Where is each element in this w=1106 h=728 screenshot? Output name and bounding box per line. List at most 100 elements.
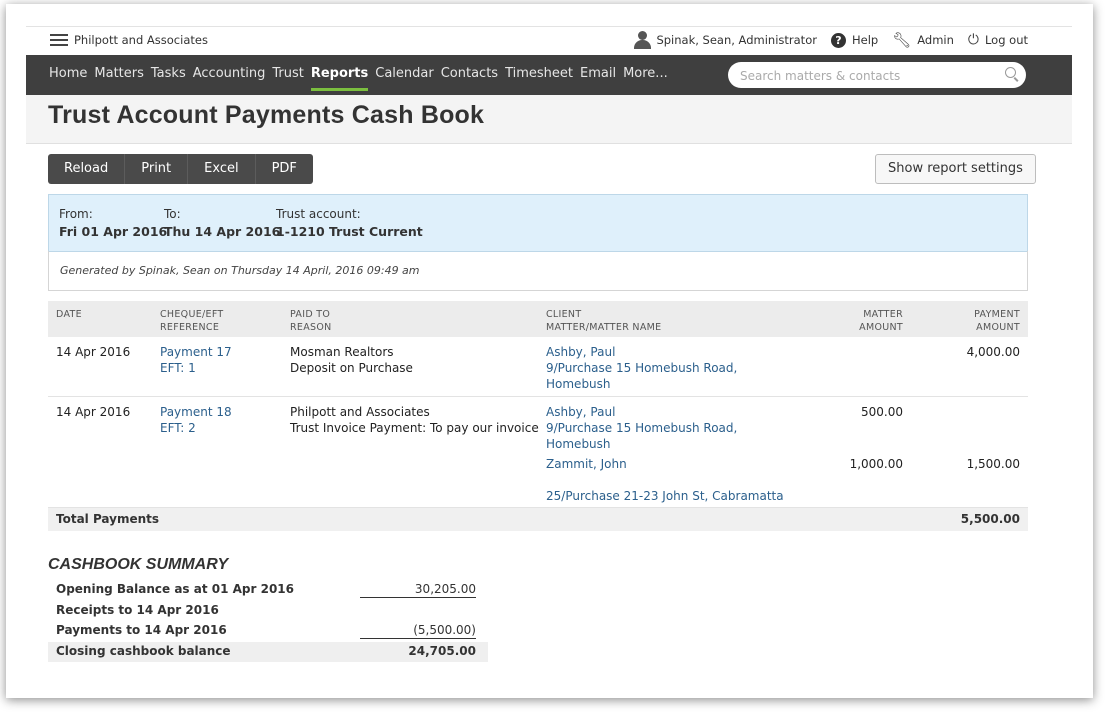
table-header: DATE CHEQUE/EFT REFERENCE PAID TO REASON C… (48, 301, 1028, 337)
row-reference: Payment 17 EFT: 1 (160, 344, 232, 376)
nav-calendar[interactable]: Calendar (375, 55, 433, 93)
excel-button[interactable]: Excel (188, 154, 256, 184)
row-paid-to: Mosman Realtors Deposit on Purchase (290, 344, 413, 376)
matter-link[interactable]: 9/Purchase 15 Homebush Road, Homebush (546, 420, 737, 452)
nav-contacts[interactable]: Contacts (441, 55, 498, 93)
show-report-settings-button[interactable]: Show report settings (875, 154, 1036, 184)
search-input[interactable] (738, 62, 992, 90)
header-paid-to: PAID TO REASON (290, 309, 332, 333)
list-icon (50, 34, 68, 46)
criteria-from: From: Fri 01 Apr 2016 (59, 207, 167, 239)
client-link-2[interactable]: Zammit, John (546, 456, 627, 472)
utility-links: Spinak, Sean, Administrator ? Help 🔧︎ Ad… (620, 31, 1028, 49)
row-client-2: Zammit, John (546, 456, 627, 472)
header-date: DATE (56, 309, 82, 320)
total-label: Total Payments (56, 512, 160, 526)
row-payment-amount: 1,500.00 (966, 457, 1020, 471)
report-body: Reload Print Excel PDF Show report setti… (26, 144, 1072, 698)
nav-reports[interactable]: Reports (310, 55, 369, 93)
client-link[interactable]: Ashby, Paul (546, 404, 737, 420)
nav-matters[interactable]: Matters (94, 55, 144, 93)
firm-switcher[interactable]: Philpott and Associates (50, 33, 208, 47)
account-value: 1-1210 Trust Current (276, 224, 423, 239)
criteria-to: To: Thu 14 Apr 2016 (164, 207, 280, 239)
summary-opening: Opening Balance as at 01 Apr 2016 30,205… (48, 580, 488, 601)
payments-table: DATE CHEQUE/EFT REFERENCE PAID TO REASON C… (48, 301, 1028, 531)
utility-bar: Philpott and Associates Spinak, Sean, Ad… (26, 26, 1072, 55)
app-content: Philpott and Associates Spinak, Sean, Ad… (26, 26, 1072, 698)
total-value: 5,500.00 (960, 512, 1020, 526)
payment-link[interactable]: Payment 18 (160, 404, 232, 420)
total-row: Total Payments 5,500.00 (48, 508, 1028, 531)
logout-icon: ⏻ (967, 32, 979, 48)
help-icon: ? (830, 32, 846, 48)
row-client: Ashby, Paul 9/Purchase 15 Homebush Road,… (546, 404, 737, 452)
client-link[interactable]: Ashby, Paul (546, 344, 737, 360)
header-reference: CHEQUE/EFT REFERENCE (160, 309, 224, 333)
header-payment-amount: PAYMENT AMOUNT (974, 309, 1020, 333)
wrench-icon: 🔧︎ (892, 31, 912, 49)
admin-label: Admin (917, 33, 954, 47)
opening-label: Opening Balance as at 01 Apr 2016 (56, 582, 295, 596)
nav-accounting[interactable]: Accounting (193, 55, 266, 93)
cashbook-summary: CASHBOOK SUMMARY Opening Balance as at 0… (48, 556, 488, 662)
summary-receipts: Receipts to 14 Apr 2016 (48, 601, 488, 622)
closing-label: Closing cashbook balance (56, 643, 231, 658)
summary-closing: Closing cashbook balance 24,705.00 (48, 641, 488, 662)
summary-title: CASHBOOK SUMMARY (48, 556, 229, 573)
row-date: 14 Apr 2016 (56, 345, 131, 359)
nav-home[interactable]: Home (49, 55, 87, 93)
matter-link[interactable]: 9/Purchase 15 Homebush Road, Homebush (546, 360, 737, 392)
closing-value: 24,705.00 (408, 643, 476, 658)
print-button[interactable]: Print (125, 154, 189, 184)
eft-link[interactable]: EFT: 2 (160, 420, 232, 436)
row-reference: Payment 18 EFT: 2 (160, 404, 232, 436)
app-window: Philpott and Associates Spinak, Sean, Ad… (6, 4, 1093, 698)
from-label: From: (59, 207, 93, 221)
user-icon (634, 31, 652, 49)
pdf-button[interactable]: PDF (256, 154, 313, 184)
logout-link[interactable]: ⏻ Log out (968, 32, 1028, 48)
title-band: Trust Account Payments Cash Book (26, 95, 1072, 144)
nav-timesheet[interactable]: Timesheet (505, 55, 573, 93)
row-matter-amount: 500.00 (861, 405, 903, 419)
nav-tasks[interactable]: Tasks (151, 55, 186, 93)
payments-value: (5,500.00) (360, 623, 476, 639)
header-client: CLIENT MATTER/MATTER NAME (546, 309, 662, 333)
admin-link[interactable]: 🔧︎ Admin (892, 31, 954, 49)
criteria-account: Trust account: 1-1210 Trust Current (276, 207, 423, 239)
table-row: 14 Apr 2016 Payment 17 EFT: 1 Mosman Rea… (48, 337, 1028, 397)
generated-note: Generated by Spinak, Sean on Thursday 14… (48, 251, 1028, 291)
row-matter-amount-2: 1,000.00 (849, 457, 903, 471)
row-matter-2: 25/Purchase 21-23 John St, Cabramatta (546, 488, 784, 504)
paid-to: Mosman Realtors (290, 345, 394, 359)
eft-link[interactable]: EFT: 1 (160, 360, 232, 376)
payment-link[interactable]: Payment 17 (160, 344, 232, 360)
user-menu[interactable]: Spinak, Sean, Administrator (634, 31, 817, 49)
nav-more[interactable]: More... (623, 55, 668, 93)
logout-label: Log out (984, 33, 1028, 47)
report-toolbar: Reload Print Excel PDF (48, 154, 313, 184)
row-date: 14 Apr 2016 (56, 405, 131, 419)
to-value: Thu 14 Apr 2016 (164, 224, 281, 239)
firm-name: Philpott and Associates (74, 33, 208, 47)
nav-trust[interactable]: Trust (272, 55, 303, 93)
opening-value: 30,205.00 (360, 582, 476, 598)
summary-payments: Payments to 14 Apr 2016 (5,500.00) (48, 621, 488, 642)
help-link[interactable]: ? Help (830, 32, 878, 48)
main-nav: Home Matters Tasks Accounting Trust Repo… (26, 55, 1072, 95)
user-name: Spinak, Sean, Administrator (656, 33, 817, 47)
page-title: Trust Account Payments Cash Book (48, 101, 485, 129)
from-value: Fri 01 Apr 2016 (59, 224, 168, 239)
matter-link-2[interactable]: 25/Purchase 21-23 John St, Cabramatta (546, 488, 784, 504)
row-payment-amount: 4,000.00 (966, 345, 1020, 359)
header-matter-amount: MATTER AMOUNT (859, 309, 903, 333)
reason: Deposit on Purchase (290, 361, 413, 375)
table-row: 14 Apr 2016 Payment 18 EFT: 2 Philpott a… (48, 397, 1028, 508)
nav-email[interactable]: Email (580, 55, 616, 93)
account-label: Trust account: (276, 207, 361, 221)
generated-text: Generated by Spinak, Sean on Thursday 14… (60, 264, 420, 277)
reload-button[interactable]: Reload (48, 154, 126, 184)
search-box (728, 62, 1026, 90)
search-icon[interactable] (1005, 67, 1016, 78)
